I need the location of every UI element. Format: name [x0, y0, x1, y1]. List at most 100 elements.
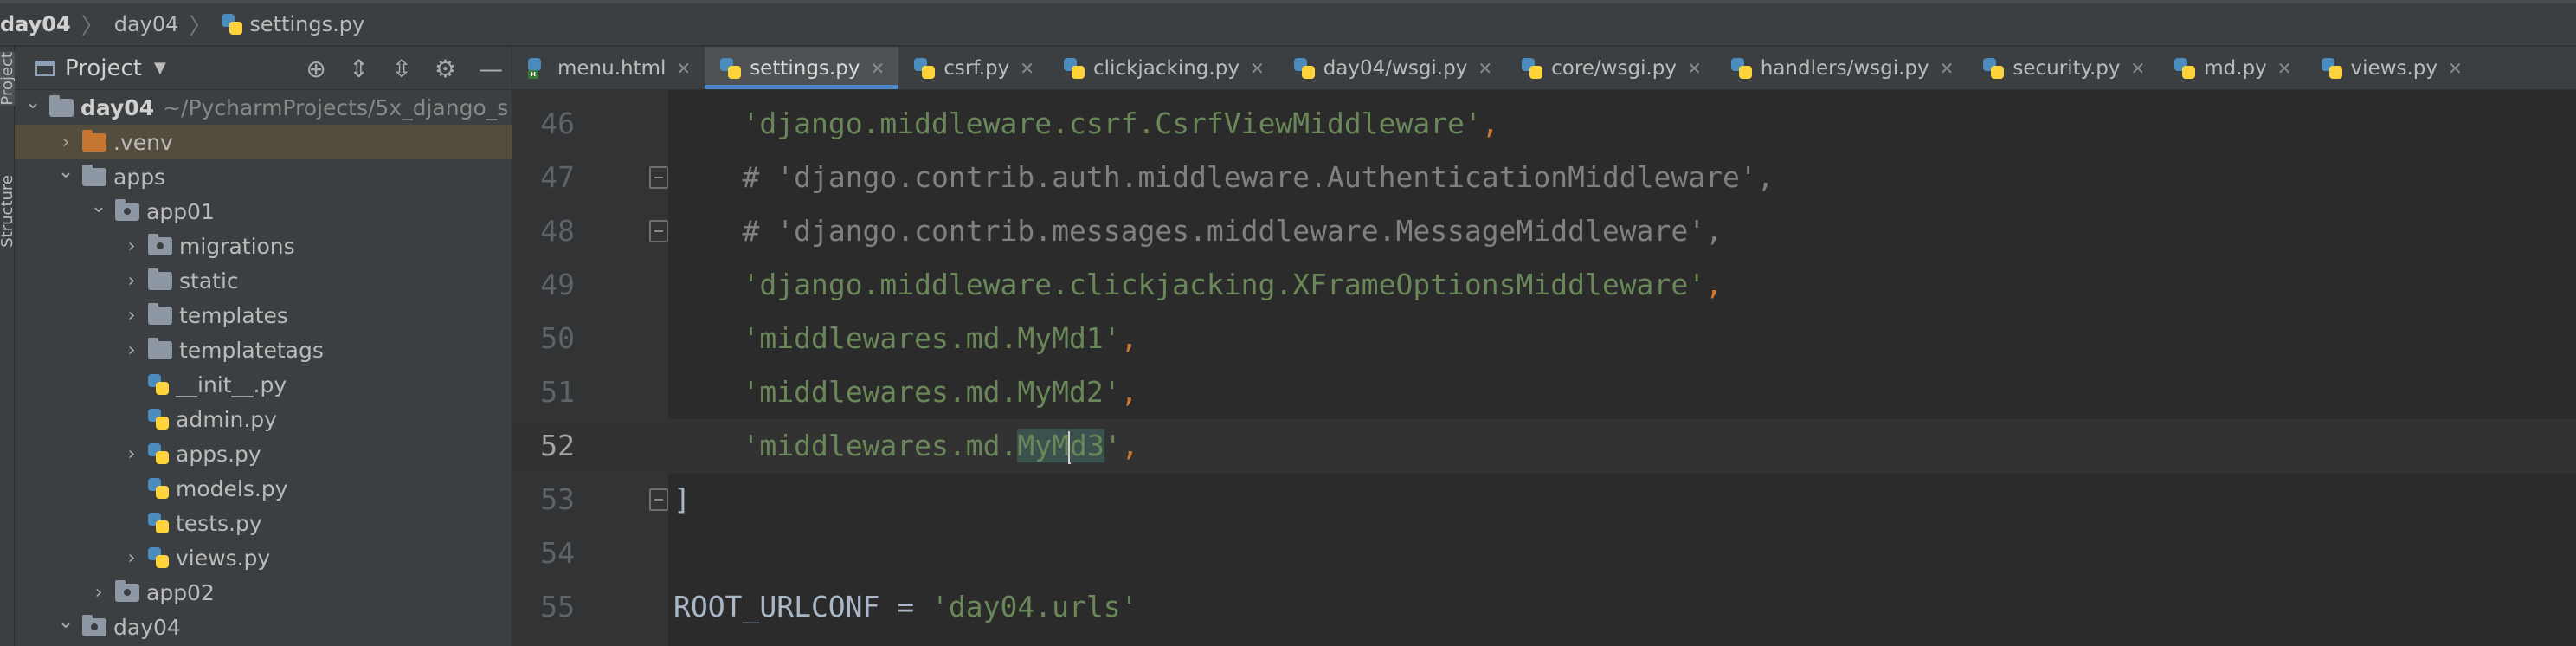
hide-panel-icon[interactable]: — [479, 55, 503, 83]
code-punctuation: , [1120, 375, 1138, 409]
tree-item[interactable]: ⌄ day04 ~/PycharmProjects/5x_django_s [15, 90, 512, 125]
tree-item[interactable]: › .venv [15, 125, 512, 159]
chevron-right-icon[interactable]: › [122, 443, 141, 465]
editor-tab[interactable]: core/wsgi.py ✕ [1506, 47, 1716, 89]
code-text: 'middlewares.md.MyMd3', [673, 419, 1138, 473]
chevron-right-icon[interactable]: › [122, 339, 141, 361]
locate-file-icon[interactable]: ⊕ [306, 55, 325, 83]
tree-item[interactable]: ⌄ apps [15, 159, 512, 194]
tree-item-label: .venv [113, 129, 173, 155]
close-icon[interactable]: ✕ [2130, 58, 2145, 79]
code-line: 53] [512, 473, 2576, 526]
line-number: 48 [540, 214, 575, 248]
chevron-right-icon[interactable]: › [122, 547, 141, 569]
tree-item-label: models.py [176, 475, 288, 501]
line-number: 47 [540, 160, 575, 194]
editor-tab[interactable]: handlers/wsgi.py ✕ [1716, 47, 1968, 89]
code-string: 'middlewares.md.MyMd1' [742, 321, 1121, 355]
close-icon[interactable]: ✕ [1687, 58, 1702, 79]
tree-item-label: migrations [179, 233, 295, 259]
fold-marker-icon[interactable] [649, 166, 668, 189]
close-icon[interactable]: ✕ [1478, 58, 1492, 79]
tree-item[interactable]: › static [15, 263, 512, 298]
chevron-down-icon[interactable]: ⌄ [23, 92, 42, 113]
breadcrumb-separator-icon: 〉 [189, 13, 212, 40]
code-line: 49 'django.middleware.clickjacking.XFram… [512, 258, 2576, 312]
tree-item[interactable]: › migrations [15, 229, 512, 263]
code-text: 'django.middleware.clickjacking.XFrameOp… [673, 258, 1722, 312]
fold-marker-icon[interactable] [649, 220, 668, 242]
tree-item[interactable]: › apps.py [15, 436, 512, 471]
python-file-icon [2174, 57, 2196, 79]
tree-item[interactable]: › templatetags [15, 333, 512, 367]
collapse-all-icon[interactable]: ⇳ [391, 55, 411, 83]
tree-item-label: admin.py [176, 406, 277, 432]
chevron-right-icon[interactable]: › [56, 132, 75, 153]
chevron-right-icon[interactable]: › [122, 305, 141, 326]
code-text-plain: ] [673, 482, 691, 516]
editor-tab[interactable]: md.py ✕ [2159, 47, 2305, 89]
breadcrumb-item[interactable]: day04 [114, 12, 179, 36]
editor-tab-label: handlers/wsgi.py [1760, 56, 1929, 80]
editor-tab[interactable]: Hmenu.html ✕ [512, 47, 705, 89]
chevron-down-icon[interactable]: ⌄ [56, 161, 75, 183]
editor-tab[interactable]: clickjacking.py ✕ [1048, 47, 1278, 89]
editor-tab-label: settings.py [750, 56, 860, 80]
project-panel-title[interactable]: Project [65, 55, 142, 81]
tree-item-label: apps [113, 164, 166, 190]
package-folder-icon [115, 579, 139, 602]
close-icon[interactable]: ✕ [2277, 58, 2292, 79]
chevron-right-icon[interactable]: › [122, 270, 141, 292]
tree-item[interactable]: admin.py [15, 402, 512, 436]
tree-item[interactable]: tests.py [15, 506, 512, 540]
breadcrumb-item[interactable]: day04 [0, 12, 71, 36]
chevron-right-icon[interactable]: › [122, 236, 141, 257]
close-icon[interactable]: ✕ [2448, 58, 2463, 79]
code-string: 'day04.urls' [931, 590, 1138, 623]
close-icon[interactable]: ✕ [870, 58, 885, 79]
code-comment: # 'django.contrib.messages.middleware.Me… [742, 214, 1723, 248]
close-icon[interactable]: ✕ [1940, 58, 1955, 79]
python-file-icon [1293, 57, 1315, 79]
tree-item[interactable]: ⌄ app01 [15, 194, 512, 229]
chevron-down-icon[interactable]: ⌄ [89, 196, 108, 217]
python-file-icon [148, 513, 169, 533]
close-icon[interactable]: ✕ [1020, 58, 1034, 79]
editor-tab[interactable]: views.py ✕ [2306, 47, 2476, 89]
editor-tab[interactable]: security.py ✕ [1967, 47, 2159, 89]
line-number: 46 [540, 107, 575, 140]
code-string: 'middlewares.md. [742, 429, 1018, 462]
close-icon[interactable]: ✕ [676, 58, 691, 79]
tree-item-label: app01 [146, 198, 215, 224]
tool-tab-structure[interactable]: Structure [0, 175, 16, 248]
python-file-icon [1064, 57, 1085, 79]
editor-tab[interactable]: day04/wsgi.py ✕ [1278, 47, 1506, 89]
tree-item[interactable]: › templates [15, 298, 512, 333]
project-window-icon [35, 60, 55, 76]
tool-tab-project[interactable]: Project [0, 52, 16, 106]
breadcrumb-item[interactable]: settings.py [222, 12, 364, 36]
code-line: 50 'middlewares.md.MyMd1', [512, 312, 2576, 365]
close-icon[interactable]: ✕ [1250, 58, 1265, 79]
tree-item[interactable]: › app02 [15, 575, 512, 610]
editor-tab-label: csrf.py [943, 56, 1010, 80]
code-text: ] [673, 473, 691, 526]
chevron-down-icon[interactable]: ⌄ [56, 611, 75, 633]
fold-marker-icon[interactable] [649, 488, 668, 511]
tree-item[interactable]: › views.py [15, 540, 512, 575]
tree-item[interactable]: __init__.py [15, 367, 512, 402]
code-text: 'middlewares.md.MyMd1', [673, 312, 1137, 365]
tree-item[interactable]: models.py [15, 471, 512, 506]
editor-tab[interactable]: settings.py ✕ [705, 47, 899, 89]
tree-item[interactable]: ⌄ day04 [15, 610, 512, 644]
gear-icon[interactable]: ⚙ [435, 55, 456, 83]
code-editor[interactable]: 46 'django.middleware.csrf.CsrfViewMiddl… [512, 90, 2576, 646]
code-comment: # 'django.contrib.auth.middleware.Authen… [742, 160, 1774, 194]
chevron-right-icon[interactable]: › [89, 582, 108, 604]
expand-all-icon[interactable]: ⇕ [349, 55, 369, 83]
chevron-down-icon[interactable]: ▼ [154, 59, 166, 77]
editor-tab[interactable]: csrf.py ✕ [898, 47, 1048, 89]
